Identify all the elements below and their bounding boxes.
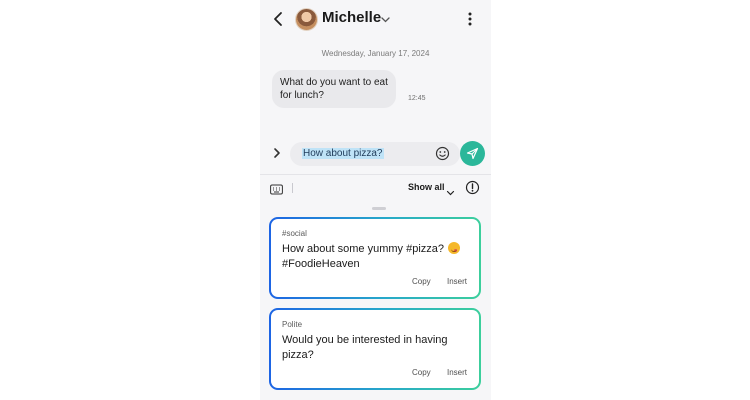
smile-emoji-icon xyxy=(448,242,461,254)
suggestion-text: How about some yummy #pizza? #FoodieHeav… xyxy=(282,242,468,272)
keyboard-icon[interactable] xyxy=(270,182,283,195)
copy-button[interactable]: Copy xyxy=(412,277,431,286)
toolbar-separator xyxy=(292,183,293,193)
insert-button[interactable]: Insert xyxy=(447,368,467,377)
chevron-down-icon[interactable] xyxy=(380,12,391,23)
messages-screen: Michelle Wednesday, January 17, 2024 Wha… xyxy=(260,0,491,400)
suggestion-tag: Polite xyxy=(282,320,303,329)
copy-button[interactable]: Copy xyxy=(412,368,431,377)
emoji-icon[interactable] xyxy=(435,146,450,161)
info-icon[interactable] xyxy=(465,180,480,195)
more-options-icon[interactable] xyxy=(462,9,478,29)
back-icon[interactable] xyxy=(271,9,287,29)
conversation-header: Michelle xyxy=(260,0,491,38)
date-separator: Wednesday, January 17, 2024 xyxy=(321,49,430,58)
show-all-button[interactable]: Show all xyxy=(408,182,445,192)
send-icon xyxy=(466,147,479,160)
suggestion-card-body: #social How about some yummy #pizza? #Fo… xyxy=(271,219,479,297)
send-button[interactable] xyxy=(460,141,485,166)
suggestion-tag: #social xyxy=(282,229,307,238)
suggestion-text: Would you be interested in having pizza? xyxy=(282,334,448,361)
drag-handle[interactable] xyxy=(372,207,386,210)
message-input-text[interactable]: How about pizza? xyxy=(302,148,384,159)
suggestion-card[interactable]: #social How about some yummy #pizza? #Fo… xyxy=(269,217,481,299)
received-message[interactable]: What do you want to eat for lunch? xyxy=(272,70,396,108)
expand-icon[interactable] xyxy=(271,146,283,160)
contact-name[interactable]: Michelle xyxy=(322,9,381,26)
suggestion-text-line1: How about some yummy #pizza? xyxy=(282,243,445,255)
avatar[interactable] xyxy=(295,8,318,31)
suggestion-card-body: Polite Would you be interested in having… xyxy=(271,310,479,388)
insert-button[interactable]: Insert xyxy=(447,277,467,286)
suggestion-card[interactable]: Polite Would you be interested in having… xyxy=(269,308,481,390)
message-timestamp: 12:45 xyxy=(408,95,426,102)
suggestion-text-line2: #FoodieHeaven xyxy=(282,258,360,270)
divider xyxy=(260,174,491,175)
chevron-down-icon[interactable] xyxy=(446,184,455,196)
